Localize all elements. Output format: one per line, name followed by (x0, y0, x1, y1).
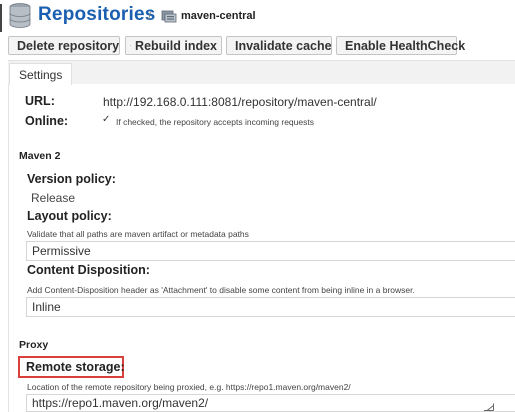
enable-healthcheck-label: Enable HealthCheck (345, 38, 466, 53)
maven-section-heading: Maven 2 (19, 150, 61, 162)
delete-repository-button[interactable]: Delete repository (8, 36, 120, 55)
content-disposition-select[interactable]: Inline (26, 297, 515, 317)
rebuild-index-button[interactable]: Rebuild index (125, 36, 222, 55)
invalidate-cache-label: Invalidate cache (235, 38, 332, 53)
tab-settings[interactable]: Settings (9, 63, 73, 85)
page-header: Repositories / maven-central (0, 0, 515, 34)
version-policy-label: Version policy: (27, 172, 116, 186)
rebuild-index-label: Rebuild index (135, 38, 217, 53)
online-checkbox[interactable]: ✓ (102, 115, 112, 125)
remote-storage-input[interactable]: https://repo1.maven.org/maven2/ (26, 394, 515, 412)
invalidate-cache-button[interactable]: Invalidate cache (226, 36, 332, 55)
tab-bar: Settings (8, 60, 515, 85)
layout-policy-select[interactable]: Permissive (26, 241, 515, 261)
remote-storage-help-text: Location of the remote repository being … (27, 382, 351, 392)
url-value: http://192.168.0.111:8081/repository/mav… (103, 95, 377, 109)
resize-handle-icon[interactable] (484, 403, 494, 411)
layout-policy-label: Layout policy: (27, 209, 112, 223)
layout-policy-help-text: Validate that all paths are maven artifa… (27, 229, 249, 239)
wrench-icon (130, 45, 131, 46)
version-policy-value: Release (31, 191, 76, 205)
remote-storage-label: Remote storage: (26, 360, 125, 374)
url-label: URL: (25, 94, 55, 108)
online-help-text: If checked, the repository accepts incom… (116, 117, 314, 127)
proxy-section-heading: Proxy (19, 339, 49, 351)
page-title[interactable]: Repositories (38, 4, 156, 26)
online-label: Online: (25, 114, 69, 128)
enable-healthcheck-button[interactable]: Enable HealthCheck (336, 36, 465, 55)
breadcrumb-separator: / (148, 9, 152, 23)
content-disposition-label: Content Disposition: (27, 263, 150, 277)
settings-panel: URL: http://192.168.0.111:8081/repositor… (8, 84, 515, 412)
repository-icon (161, 10, 177, 23)
content-disposition-help-text: Add Content-Disposition header as 'Attac… (27, 285, 415, 295)
breadcrumb-repo-name: maven-central (181, 10, 256, 22)
delete-repository-label: Delete repository (17, 38, 120, 53)
database-icon (9, 3, 31, 28)
left-edge-bar (0, 4, 2, 32)
